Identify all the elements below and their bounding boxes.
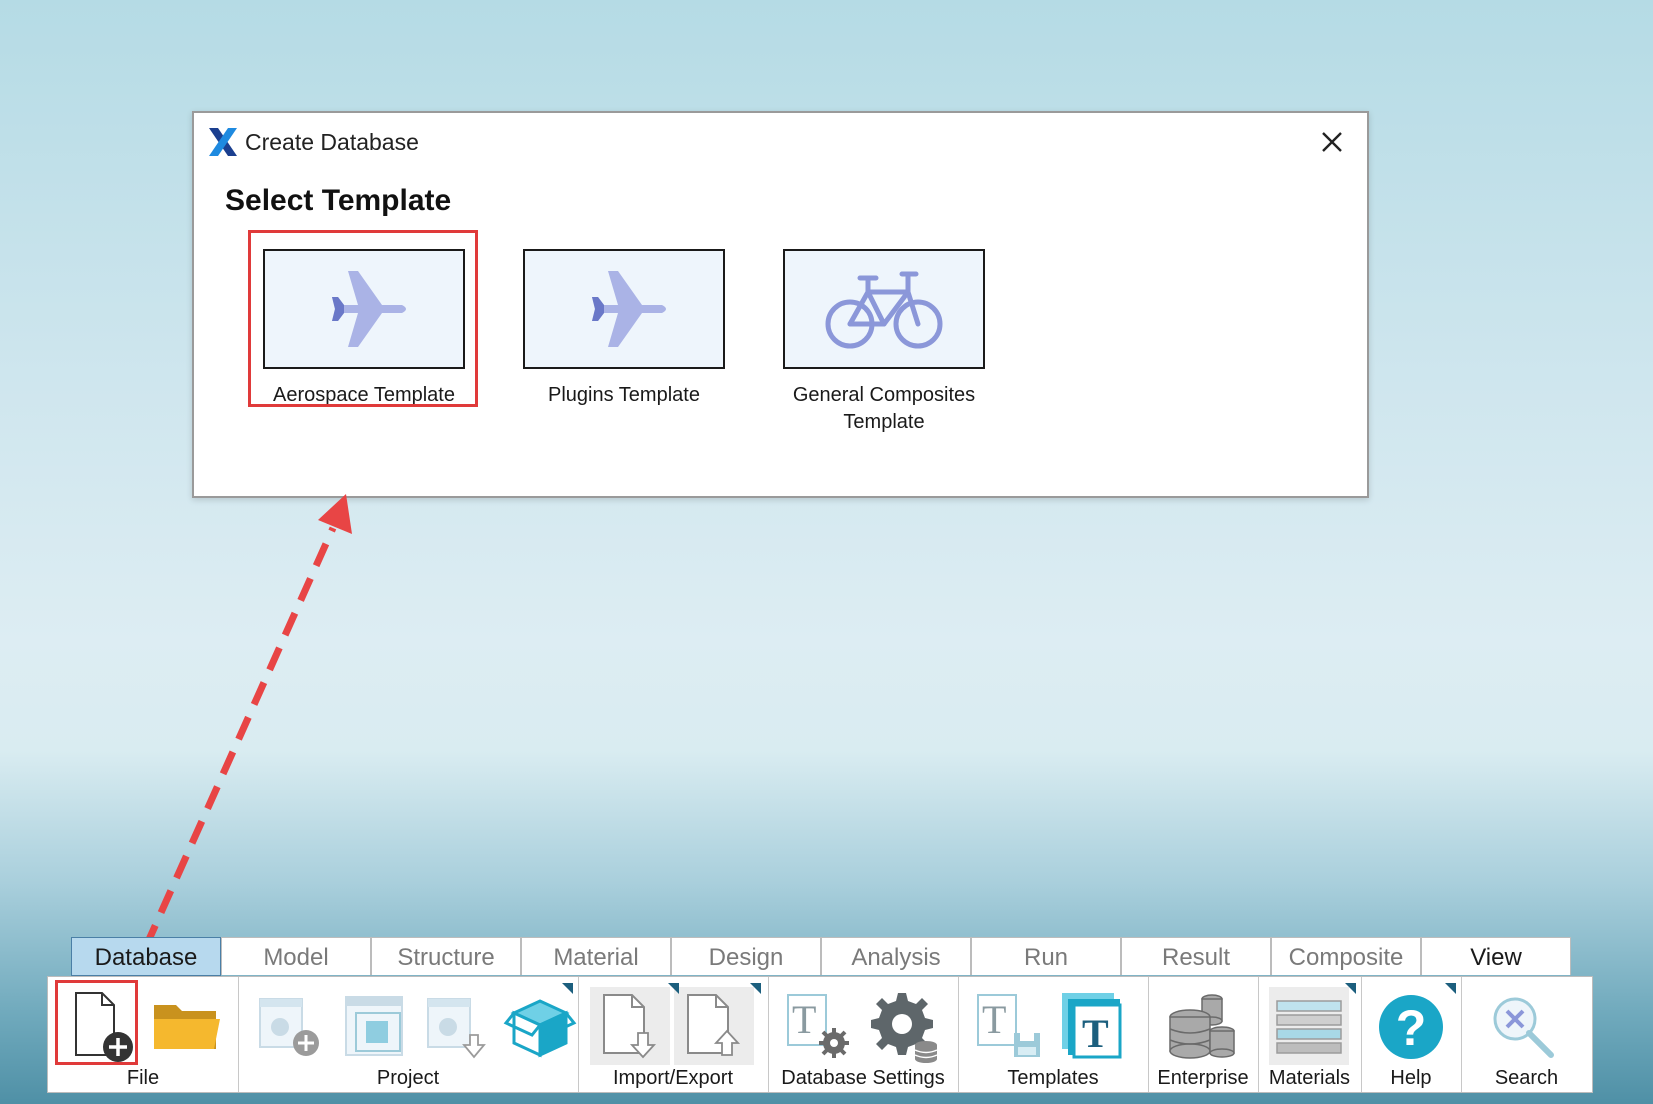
tab-structure[interactable]: Structure xyxy=(371,937,521,975)
window-icon xyxy=(345,996,403,1056)
help-question-icon: ? xyxy=(1379,995,1443,1059)
svg-text:T: T xyxy=(792,997,816,1042)
tab-run[interactable]: Run xyxy=(971,937,1121,975)
text-settings-button[interactable]: T xyxy=(780,987,860,1065)
svg-text:T: T xyxy=(982,997,1006,1042)
group-label-database-settings: Database Settings xyxy=(781,1067,945,1089)
enterprise-button[interactable] xyxy=(1162,987,1242,1065)
tab-database[interactable]: Database xyxy=(71,937,221,976)
materials-expand-corner[interactable] xyxy=(1345,983,1356,994)
materials-layers-icon xyxy=(1276,1000,1342,1054)
tab-result[interactable]: Result xyxy=(1121,937,1271,975)
select-template-heading: Select Template xyxy=(225,184,452,217)
group-database-settings: T Database Settings xyxy=(768,977,959,1092)
tab-view[interactable]: View xyxy=(1421,937,1571,975)
template-save-button[interactable]: T xyxy=(970,987,1050,1065)
export-button[interactable] xyxy=(674,987,754,1065)
template-label: General Composites Template xyxy=(792,384,976,433)
svg-text:?: ? xyxy=(1396,1000,1427,1056)
group-materials: Materials xyxy=(1258,977,1362,1092)
group-label-templates: Templates xyxy=(1007,1067,1099,1089)
folder-icon xyxy=(154,1005,220,1049)
search-button[interactable] xyxy=(1483,987,1563,1065)
help-button[interactable]: ? xyxy=(1371,987,1451,1065)
export-expand-corner[interactable] xyxy=(750,983,761,994)
template-label: Plugins Template xyxy=(548,384,700,406)
group-help: ? Help xyxy=(1361,977,1462,1092)
dialog-title: Create Database xyxy=(245,129,419,155)
ribbon-tabs: Database Model Structure Material Design… xyxy=(71,937,1571,976)
svg-text:T: T xyxy=(1082,1011,1109,1056)
template-stack-icon: T xyxy=(1062,993,1122,1059)
group-label-materials: Materials xyxy=(1268,1067,1351,1089)
tab-analysis[interactable]: Analysis xyxy=(821,937,971,975)
project-package-button[interactable] xyxy=(500,987,580,1065)
tab-design[interactable]: Design xyxy=(671,937,821,975)
group-label-project: Project xyxy=(376,1067,440,1089)
group-templates: T T Templates xyxy=(958,977,1149,1092)
bicycle-icon xyxy=(825,271,943,349)
template-save-icon: T xyxy=(977,994,1040,1057)
database-settings-button[interactable] xyxy=(864,987,944,1065)
ribbon-toolbar: File Project Import/Export T Database Se… xyxy=(47,976,1593,1093)
group-project: Project xyxy=(238,977,579,1092)
tab-composite[interactable]: Composite xyxy=(1271,937,1421,975)
package-box-icon xyxy=(503,999,577,1058)
import-project-button[interactable] xyxy=(418,987,498,1065)
group-label-search: Search xyxy=(1494,1067,1559,1089)
gear-database-icon xyxy=(871,993,938,1063)
materials-button[interactable] xyxy=(1269,987,1349,1065)
group-import-export: Import/Export xyxy=(578,977,769,1092)
group-expand-corner[interactable] xyxy=(562,983,573,994)
close-icon[interactable] xyxy=(1315,125,1349,159)
template-manager-button[interactable]: T xyxy=(1054,987,1134,1065)
text-gear-icon: T xyxy=(787,994,849,1058)
add-project-icon xyxy=(259,998,319,1056)
import-expand-corner[interactable] xyxy=(668,983,679,994)
file-import-icon xyxy=(603,994,657,1059)
group-search: Search xyxy=(1461,977,1592,1092)
group-label-file: File xyxy=(126,1067,160,1089)
create-database-dialog: Create Database Select Template Aerospac… xyxy=(192,111,1369,498)
help-expand-corner[interactable] xyxy=(1445,983,1456,994)
open-database-button[interactable] xyxy=(146,987,226,1065)
group-label-enterprise: Enterprise xyxy=(1157,1067,1249,1089)
highlight-box-new-database xyxy=(55,980,138,1065)
database-stack-icon xyxy=(1169,994,1235,1059)
app-logo-icon xyxy=(209,128,237,156)
template-general-composites[interactable]: General Composites Template xyxy=(759,249,1009,436)
airplane-icon xyxy=(592,271,666,347)
group-label-help: Help xyxy=(1390,1067,1432,1089)
import-button[interactable] xyxy=(590,987,670,1065)
new-project-button[interactable] xyxy=(250,987,330,1065)
tab-model[interactable]: Model xyxy=(221,937,371,975)
file-export-icon xyxy=(687,994,741,1056)
template-general-composites-tile[interactable] xyxy=(783,249,985,369)
tab-material[interactable]: Material xyxy=(521,937,671,975)
highlight-box-aerospace xyxy=(248,230,478,407)
template-plugins-tile[interactable] xyxy=(523,249,725,369)
group-label-import-export: Import/Export xyxy=(612,1067,734,1089)
group-enterprise: Enterprise xyxy=(1148,977,1259,1092)
template-plugins[interactable]: Plugins Template xyxy=(499,249,749,409)
project-window-button[interactable] xyxy=(334,987,414,1065)
search-icon xyxy=(1493,997,1554,1058)
project-download-icon xyxy=(427,998,486,1059)
